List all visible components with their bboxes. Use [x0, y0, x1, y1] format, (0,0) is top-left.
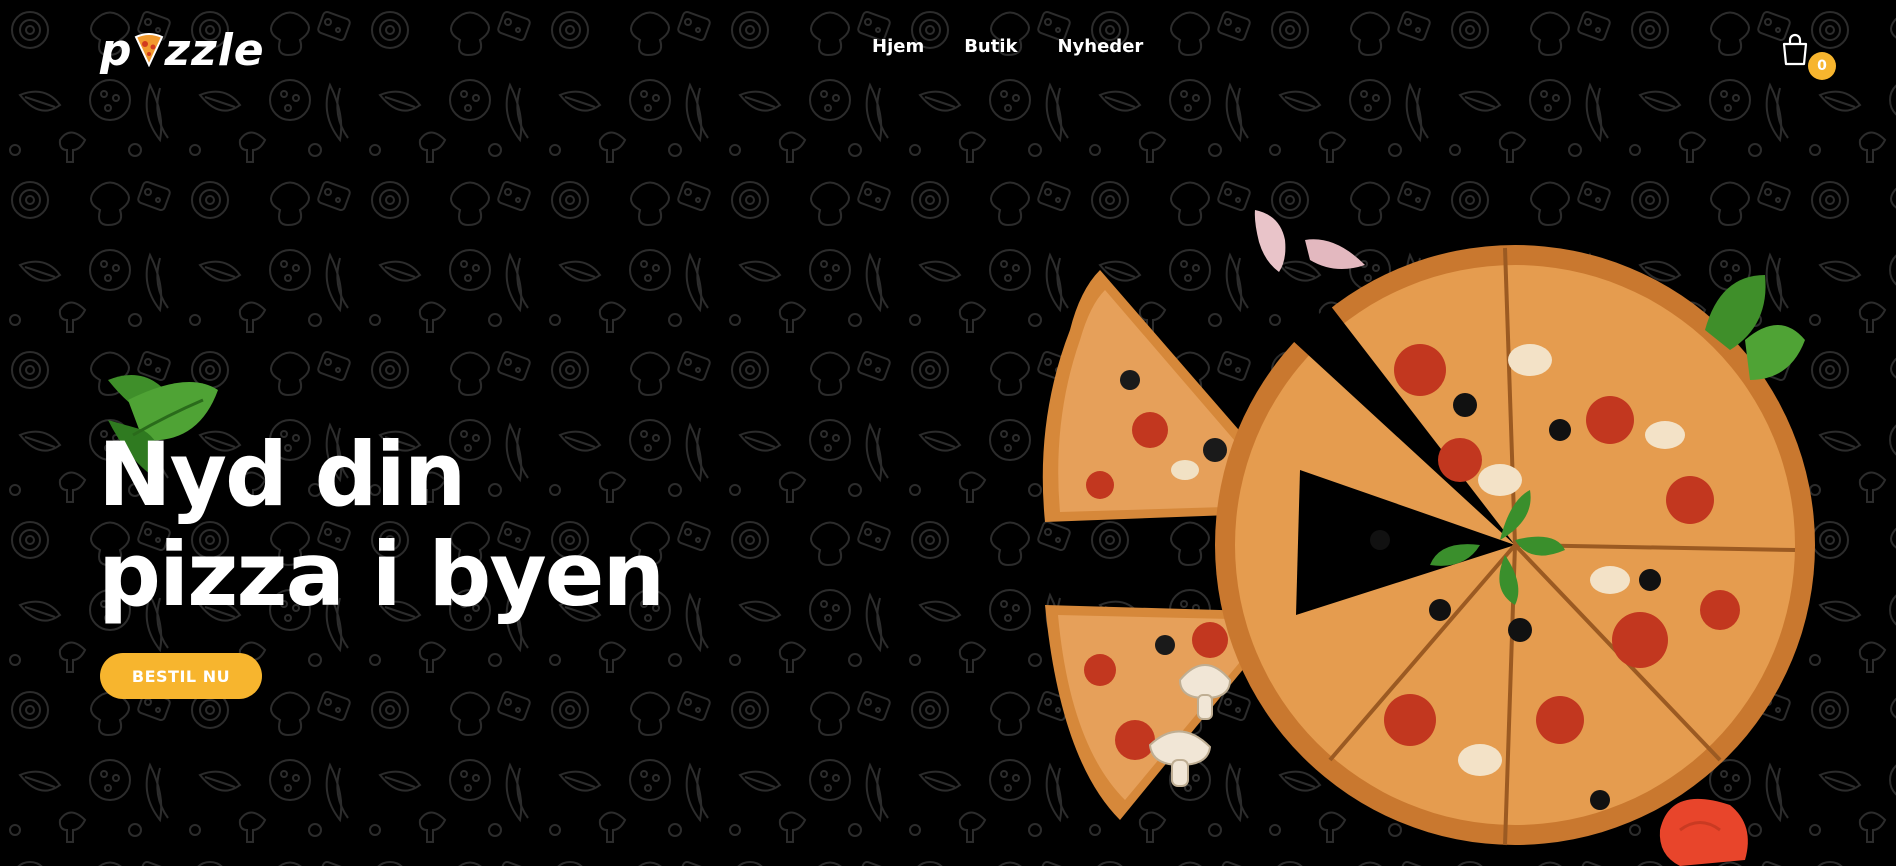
tomato-slice [1659, 798, 1748, 866]
nav-item-hjem[interactable]: Hjem [872, 36, 924, 57]
nav-item-nyheder[interactable]: Nyheder [1057, 36, 1143, 57]
brand-logo[interactable]: p zzle [100, 20, 265, 80]
site-header: p zzle Hjem Butik Nyheder 0 [0, 0, 1896, 100]
garlic-clove [1254, 210, 1365, 272]
pizza-slice-icon [134, 33, 163, 67]
cart-count-badge: 0 [1808, 52, 1836, 80]
nav-item-butik[interactable]: Butik [964, 36, 1017, 57]
logo-prefix: p [100, 24, 133, 76]
hero-title: Nyd din pizza i byen [98, 425, 718, 625]
pizza-illustration [1042, 210, 1815, 866]
order-now-button[interactable]: BESTIL NU [100, 653, 262, 699]
main-nav: Hjem Butik Nyheder [872, 36, 1143, 57]
cart-button[interactable]: 0 [1774, 30, 1836, 80]
logo-suffix: zzle [164, 24, 265, 76]
hero-title-line1: Nyd din [98, 423, 466, 526]
hero-title-line2: pizza i byen [98, 523, 665, 626]
shopping-bag-icon [1782, 33, 1808, 66]
